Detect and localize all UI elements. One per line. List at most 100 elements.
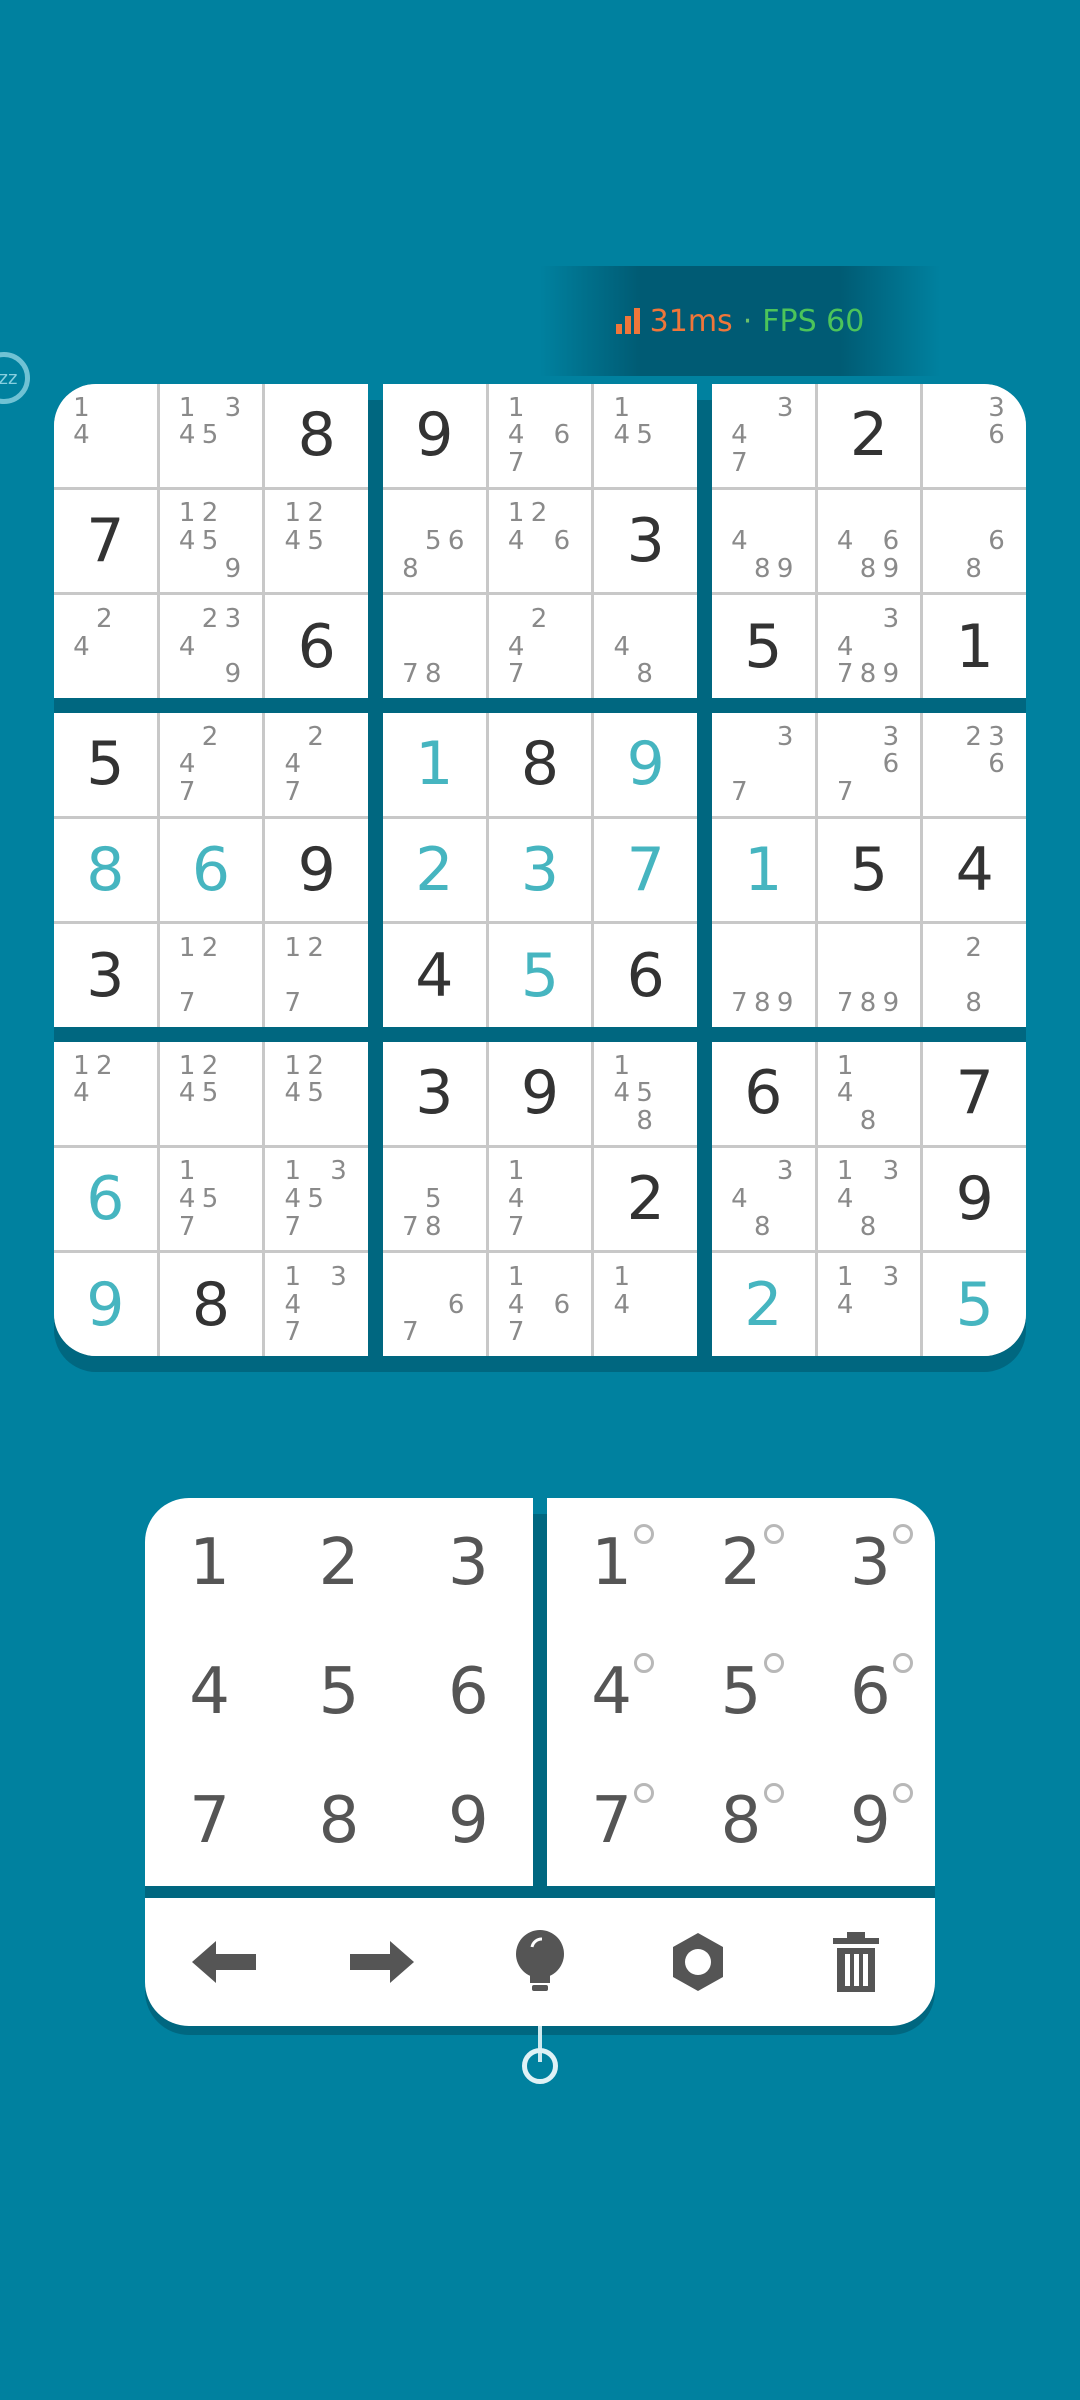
board-cell[interactable]: 1345	[159, 384, 263, 487]
board-cell[interactable]: 37	[712, 713, 815, 816]
board-cell[interactable]: 48	[594, 595, 697, 698]
note-key[interactable]: 3	[806, 1498, 935, 1627]
board-cell[interactable]: 67	[383, 1253, 486, 1356]
board-cell[interactable]: 6	[265, 595, 368, 698]
board-cell[interactable]: 6	[712, 1042, 815, 1145]
board-cell[interactable]: 12459	[159, 489, 263, 593]
board-cell[interactable]: 2	[383, 818, 486, 922]
note-key[interactable]: 9	[806, 1757, 935, 1886]
board-cell[interactable]: 247	[488, 595, 592, 698]
board-cell[interactable]: 4	[923, 818, 1026, 922]
board-cell[interactable]: 7	[594, 818, 697, 922]
note-key[interactable]: 1	[547, 1498, 676, 1627]
board-cell[interactable]: 8	[54, 818, 157, 922]
board-cell[interactable]: 147	[488, 1147, 592, 1251]
board-cell[interactable]: 1348	[817, 1147, 921, 1251]
board-cell[interactable]: 247	[159, 713, 263, 816]
board-cell[interactable]: 7	[54, 489, 157, 593]
board-cell[interactable]: 9	[488, 1042, 592, 1145]
delete-button[interactable]	[811, 1917, 901, 2007]
number-key[interactable]: 8	[274, 1757, 403, 1886]
note-key[interactable]: 6	[806, 1627, 935, 1756]
board-cell[interactable]: 5	[923, 1253, 1026, 1356]
board-cell[interactable]: 6	[594, 924, 697, 1027]
board-cell[interactable]: 4	[383, 924, 486, 1027]
board-cell[interactable]: 2349	[159, 595, 263, 698]
hint-button[interactable]	[495, 1917, 585, 2007]
board-cell[interactable]: 8	[159, 1253, 263, 1356]
board-cell[interactable]: 5	[54, 713, 157, 816]
settings-button[interactable]	[653, 1917, 743, 2007]
board-cell[interactable]: 8	[265, 384, 368, 487]
board-cell[interactable]: 1458	[594, 1042, 697, 1145]
board-cell[interactable]: 1	[712, 818, 815, 922]
board-cell[interactable]: 578	[383, 1147, 486, 1251]
board-cell[interactable]: 5	[488, 924, 592, 1027]
note-key[interactable]: 4	[547, 1627, 676, 1756]
board-cell[interactable]: 28	[923, 924, 1026, 1027]
board-cell[interactable]: 145	[594, 384, 697, 487]
undo-button[interactable]	[179, 1917, 269, 2007]
number-key[interactable]: 9	[404, 1757, 533, 1886]
board-cell[interactable]: 1467	[488, 384, 592, 487]
board-cell[interactable]: 5	[817, 818, 921, 922]
board-cell[interactable]: 2	[712, 1253, 815, 1356]
board-cell[interactable]: 24	[54, 595, 157, 698]
board-cell[interactable]: 134	[817, 1253, 921, 1356]
board-cell[interactable]: 1347	[265, 1253, 368, 1356]
board-cell[interactable]: 1245	[265, 489, 368, 593]
board-cell[interactable]: 5	[712, 595, 815, 698]
number-key[interactable]: 3	[404, 1498, 533, 1627]
board-cell[interactable]: 3	[54, 924, 157, 1027]
board-cell[interactable]: 68	[923, 489, 1026, 593]
board-cell[interactable]: 1457	[159, 1147, 263, 1251]
board-cell[interactable]: 14	[594, 1253, 697, 1356]
board-cell[interactable]: 1467	[488, 1253, 592, 1356]
board-cell[interactable]: 1245	[159, 1042, 263, 1145]
board-cell[interactable]: 3	[488, 818, 592, 922]
board-cell[interactable]: 78	[383, 595, 486, 698]
note-key[interactable]: 2	[676, 1498, 805, 1627]
board-cell[interactable]: 1	[383, 713, 486, 816]
number-key[interactable]: 7	[145, 1757, 274, 1886]
board-cell[interactable]: 13457	[265, 1147, 368, 1251]
board-cell[interactable]: 6	[54, 1147, 157, 1251]
board-cell[interactable]: 1245	[265, 1042, 368, 1145]
board-cell[interactable]: 348	[712, 1147, 815, 1251]
board-cell[interactable]: 9	[265, 818, 368, 922]
board-cell[interactable]: 9	[54, 1253, 157, 1356]
note-key[interactable]: 8	[676, 1757, 805, 1886]
board-cell[interactable]: 9	[383, 384, 486, 487]
board-cell[interactable]: 127	[265, 924, 368, 1027]
board-cell[interactable]: 36	[923, 384, 1026, 487]
number-key[interactable]: 6	[404, 1627, 533, 1756]
board-cell[interactable]: 148	[817, 1042, 921, 1145]
board-cell[interactable]: 789	[817, 924, 921, 1027]
number-key[interactable]: 4	[145, 1627, 274, 1756]
board-cell[interactable]: 1246	[488, 489, 592, 593]
sleep-badge[interactable]: zz	[0, 352, 30, 404]
board-cell[interactable]: 489	[712, 489, 815, 593]
board-cell[interactable]: 3	[594, 489, 697, 593]
board-cell[interactable]: 2	[594, 1147, 697, 1251]
number-key[interactable]: 2	[274, 1498, 403, 1627]
drag-handle[interactable]	[522, 2048, 558, 2084]
board-cell[interactable]: 3	[383, 1042, 486, 1145]
board-cell[interactable]: 124	[54, 1042, 157, 1145]
board-cell[interactable]: 14	[54, 384, 157, 487]
number-key[interactable]: 5	[274, 1627, 403, 1756]
note-key[interactable]: 7	[547, 1757, 676, 1886]
board-cell[interactable]: 347	[712, 384, 815, 487]
board-cell[interactable]: 4689	[817, 489, 921, 593]
number-key[interactable]: 1	[145, 1498, 274, 1627]
board-cell[interactable]: 367	[817, 713, 921, 816]
board-cell[interactable]: 9	[594, 713, 697, 816]
board-cell[interactable]: 127	[159, 924, 263, 1027]
board-cell[interactable]: 568	[383, 489, 486, 593]
board-cell[interactable]: 247	[265, 713, 368, 816]
board-cell[interactable]: 7	[923, 1042, 1026, 1145]
board-cell[interactable]: 2	[817, 384, 921, 487]
redo-button[interactable]	[337, 1917, 427, 2007]
board-cell[interactable]: 34789	[817, 595, 921, 698]
board-cell[interactable]: 1	[923, 595, 1026, 698]
